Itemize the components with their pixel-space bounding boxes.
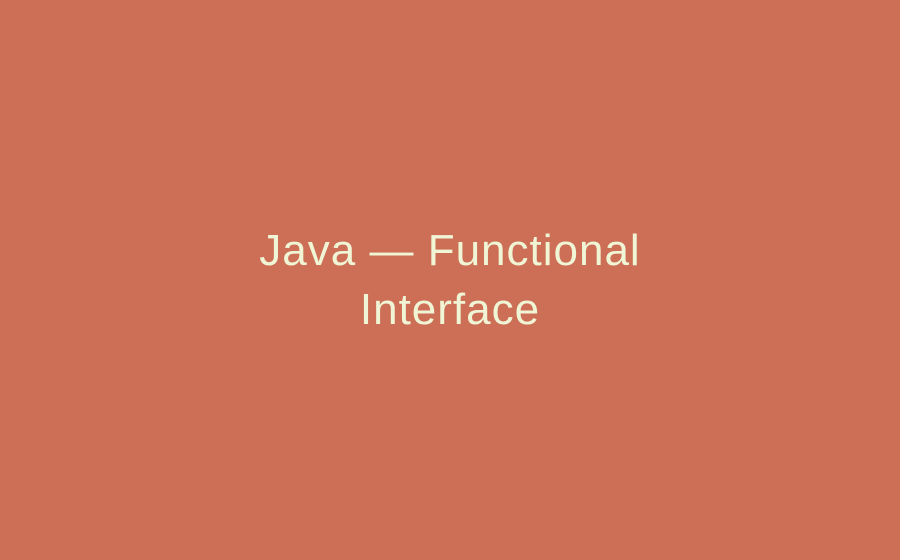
page-title: Java — Functional Interface: [170, 221, 730, 340]
